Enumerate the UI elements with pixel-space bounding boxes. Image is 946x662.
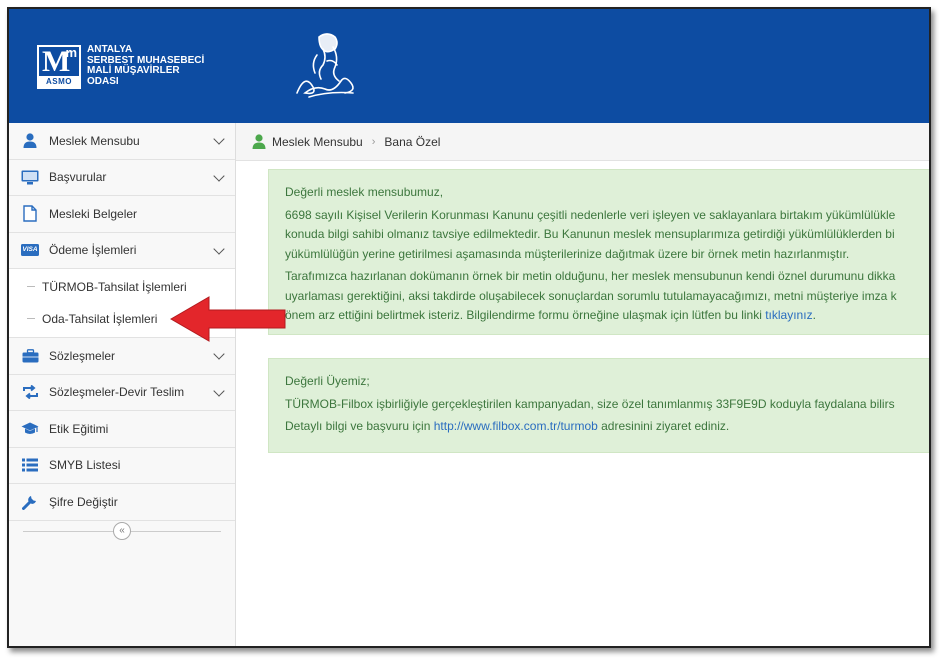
notice-text: yükümlülüğün yerine getirilmesi aşamasın…: [285, 246, 850, 261]
sidebar-item-etik-egitimi[interactable]: Etik Eğitimi: [9, 411, 235, 448]
notice-text: uyarlaması gerektiğini, aksi takdirde ol…: [285, 288, 897, 303]
breadcrumb: Meslek Mensubu › Bana Özel: [236, 123, 929, 161]
logo-line: ODASI: [87, 75, 119, 87]
sidebar-item-sozlesmeler-devir-teslim[interactable]: Sözleşmeler-Devir Teslim: [9, 375, 235, 411]
logo-mark-tag: ASMO: [39, 76, 79, 87]
notice-text: 6698 sayılı Kişisel Verilerin Korunması …: [285, 207, 896, 222]
top-header: M m ASMO ANTALYA SERBEST MUHASEBECİ MALİ…: [9, 9, 929, 123]
sidebar-item-label: Mesleki Belgeler: [49, 206, 138, 221]
list-icon: [21, 457, 39, 473]
chevron-down-icon: [213, 133, 225, 145]
graduation-cap-icon: [21, 421, 39, 437]
notice-greeting: Değerli Üyemiz;: [285, 374, 370, 388]
notice-text-segment: Detaylı bilgi ve başvuru için: [285, 419, 434, 433]
logo-mark-superscript: m: [65, 45, 77, 60]
app-window: M m ASMO ANTALYA SERBEST MUHASEBECİ MALİ…: [7, 7, 931, 648]
wrench-icon: [21, 494, 39, 510]
sidebar-collapse-row: «: [9, 521, 235, 545]
sidebar-item-smyb-listesi[interactable]: SMYB Listesi: [9, 448, 235, 484]
sidebar-item-label: Meslek Mensubu: [49, 133, 140, 148]
filbox-notice: Değerli Üyemiz; TÜRMOB-Filbox işbirliğiy…: [268, 358, 929, 453]
notice-text: konuda bilgi sahibi olmanız tavsiye edil…: [285, 227, 895, 241]
breadcrumb-item[interactable]: Meslek Mensubu: [272, 135, 363, 149]
sidebar-item-meslek-mensubu[interactable]: Meslek Mensubu: [9, 123, 235, 160]
monitor-icon: [21, 169, 39, 185]
red-arrow-annotation-icon: [170, 296, 286, 342]
notice-greeting: Değerli meslek mensubumuz,: [285, 185, 444, 199]
briefcase-icon: [21, 348, 39, 364]
sidebar-item-label: Sözleşmeler-Devir Teslim: [49, 385, 185, 400]
notice-text: Detaylı bilgi ve başvuru için http://www…: [285, 417, 929, 437]
notice-text-segment: .: [812, 308, 816, 322]
user-icon: [21, 133, 39, 149]
user-icon: [252, 134, 266, 149]
form-link[interactable]: tıklayınız: [765, 308, 812, 322]
chevron-down-icon: [213, 384, 225, 397]
logo-mark: M m ASMO: [37, 45, 81, 89]
sidebar-item-sozlesmeler[interactable]: Sözleşmeler: [9, 338, 235, 375]
kvkk-notice: Değerli meslek mensubumuz, 6698 sayılı K…: [268, 169, 929, 335]
visa-icon: VISA: [21, 242, 39, 258]
ataturk-signature-emblem-icon: [296, 33, 354, 98]
logo-line: MALİ MÜŞAVİRLER: [87, 65, 180, 76]
sidebar-item-label: Sözleşmeler: [49, 348, 116, 363]
sidebar-item-mesleki-belgeler[interactable]: Mesleki Belgeler: [9, 196, 235, 233]
sidebar-item-label: SMYB Listesi: [49, 458, 121, 473]
sidebar: Meslek Mensubu Başvurular Mesleki Belgel…: [9, 123, 236, 646]
sidebar-item-label: Etik Eğitimi: [49, 421, 109, 436]
sidebar-item-odeme-islemleri[interactable]: VISA Ödeme İşlemleri: [9, 233, 235, 269]
logo-line: ANTALYA: [87, 44, 133, 55]
collapse-sidebar-button[interactable]: «: [113, 521, 131, 540]
notice-text: önem arz ettiğini belirtmek isteriz. Bil…: [285, 306, 929, 326]
transfer-icon: [21, 384, 39, 400]
sidebar-item-label: Şifre Değiştir: [49, 494, 118, 509]
chevron-down-icon: [213, 242, 225, 255]
notice-text-segment: önem arz ettiğini belirtmek isteriz. Bil…: [285, 308, 766, 322]
visa-icon-text: VISA: [21, 244, 39, 257]
sidebar-item-label: Başvurular: [49, 170, 107, 185]
sidebar-item-sifre-degistir[interactable]: Şifre Değiştir: [9, 484, 235, 521]
breadcrumb-item-current: Bana Özel: [384, 134, 441, 149]
breadcrumb-separator: ›: [371, 135, 376, 148]
asmo-logo[interactable]: M m ASMO ANTALYA SERBEST MUHASEBECİ MALİ…: [37, 44, 204, 89]
notice-text: Tarafımızca hazırlanan dokümanın örnek b…: [285, 269, 896, 283]
sidebar-item-label: Ödeme İşlemleri: [49, 243, 137, 258]
filbox-link[interactable]: http://www.filbox.com.tr/turmob: [434, 419, 598, 433]
document-icon: [21, 205, 39, 222]
chevron-down-icon: [213, 169, 225, 182]
notice-text: TÜRMOB-Filbox işbirliğiyle gerçekleştiri…: [285, 396, 895, 411]
logo-text: ANTALYA SERBEST MUHASEBECİ MALİ MÜŞAVİRL…: [87, 44, 204, 87]
notice-text-segment: adresinini ziyaret ediniz.: [597, 419, 730, 433]
chevron-down-icon: [213, 348, 225, 360]
sidebar-item-basvurular[interactable]: Başvurular: [9, 160, 235, 196]
